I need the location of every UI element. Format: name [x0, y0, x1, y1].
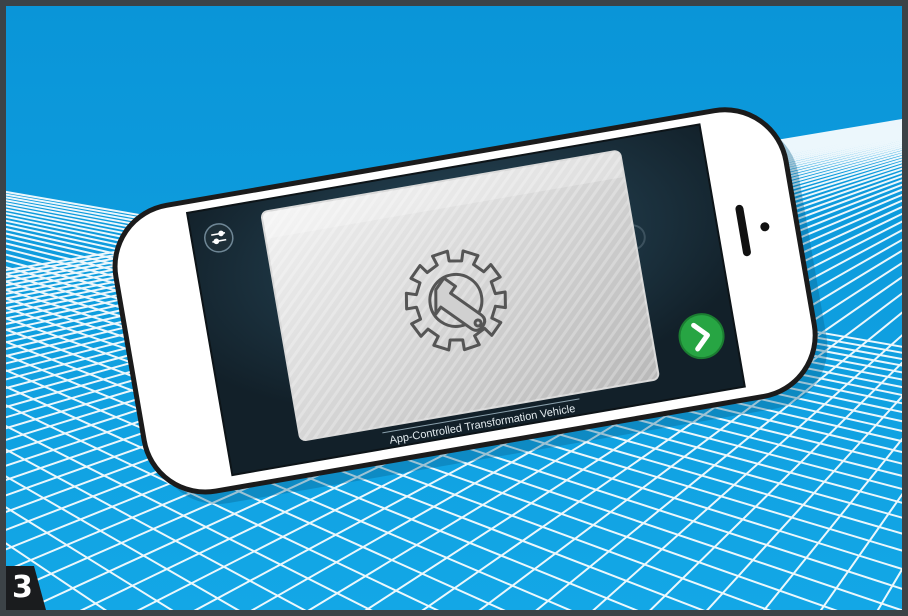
illustration-scene: App-Controlled Transformation Vehicle — [0, 0, 908, 616]
step-number: 3 — [12, 570, 33, 605]
